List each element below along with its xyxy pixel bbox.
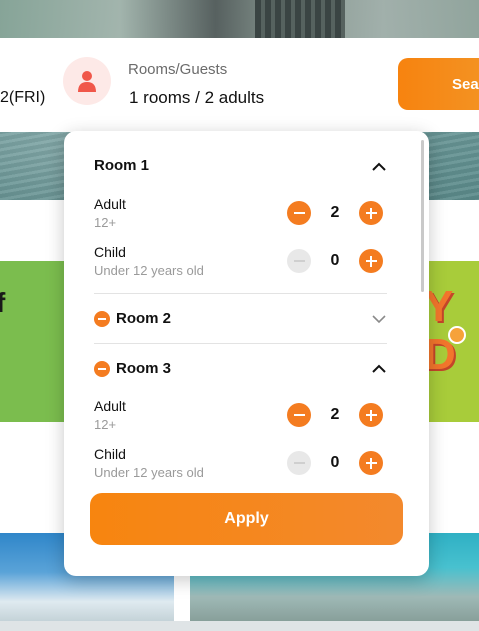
adult-decrement-button[interactable] <box>287 403 311 427</box>
adult-label: Adult <box>94 398 126 414</box>
child-increment-button[interactable] <box>359 451 383 475</box>
child-label: Child <box>94 446 126 462</box>
promo-letter: f <box>0 287 6 318</box>
adult-count: 2 <box>330 406 340 423</box>
guests-label: Rooms/Guests <box>128 61 228 78</box>
adult-count: 2 <box>330 204 340 221</box>
chevron-up-icon[interactable] <box>371 159 387 175</box>
remove-room-icon[interactable] <box>94 310 110 327</box>
room-divider <box>94 293 387 294</box>
child-decrement-button[interactable] <box>287 249 311 273</box>
room-title: Room 3 <box>116 360 172 377</box>
chevron-down-icon[interactable] <box>371 311 387 327</box>
child-count: 0 <box>330 454 340 471</box>
room-divider <box>94 343 387 344</box>
chevron-up-icon[interactable] <box>371 361 387 377</box>
plus-icon-bar <box>370 207 372 219</box>
child-count: 0 <box>330 252 340 269</box>
hotel-tower-image <box>255 0 345 38</box>
bottom-strip <box>0 621 479 631</box>
adult-decrement-button[interactable] <box>287 201 311 225</box>
room-1-header[interactable]: Room 1 <box>94 157 149 174</box>
date-value[interactable]: 2(FRI) <box>0 89 45 107</box>
room-title: Room 1 <box>94 157 150 174</box>
adult-label: Adult <box>94 196 126 212</box>
minus-icon <box>293 260 305 262</box>
apply-button[interactable]: Apply <box>90 493 403 545</box>
guests-value[interactable]: 1 rooms / 2 adults <box>129 88 264 108</box>
remove-room-icon[interactable] <box>94 360 110 377</box>
minus-icon <box>293 462 305 464</box>
guests-avatar[interactable] <box>63 57 111 105</box>
child-age: Under 12 years old <box>94 263 204 278</box>
plus-icon-bar <box>370 409 372 421</box>
room-title: Room 2 <box>116 310 172 327</box>
child-decrement-button[interactable] <box>287 451 311 475</box>
room-2-header[interactable]: Room 2 <box>94 310 171 327</box>
adult-age: 12+ <box>94 417 117 432</box>
promo-mascot <box>448 326 466 344</box>
child-age: Under 12 years old <box>94 465 204 480</box>
city-skyline-image <box>0 0 479 38</box>
child-increment-button[interactable] <box>359 249 383 273</box>
minus-icon <box>293 414 305 416</box>
person-icon <box>78 71 96 92</box>
adult-increment-button[interactable] <box>359 201 383 225</box>
search-button[interactable]: Sea <box>398 58 479 110</box>
room-3-header[interactable]: Room 3 <box>94 360 171 377</box>
adult-increment-button[interactable] <box>359 403 383 427</box>
child-label: Child <box>94 244 126 260</box>
plus-icon-bar <box>370 255 372 267</box>
popup-scrollbar[interactable] <box>421 140 424 292</box>
plus-icon-bar <box>370 457 372 469</box>
minus-icon <box>293 212 305 214</box>
adult-age: 12+ <box>94 215 117 230</box>
